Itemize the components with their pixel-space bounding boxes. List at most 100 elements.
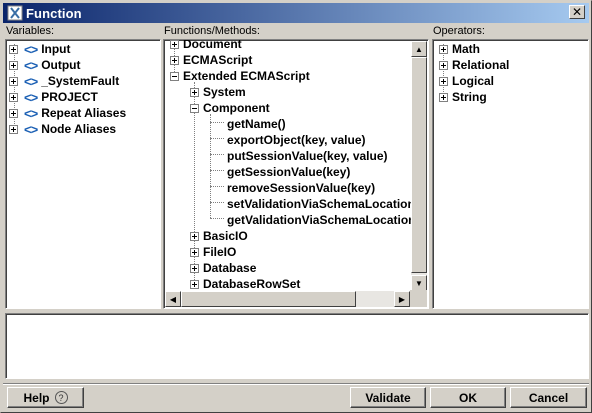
tree-guide	[210, 218, 224, 219]
expand-icon[interactable]	[9, 76, 18, 86]
validate-button[interactable]: Validate	[350, 387, 426, 408]
function-dialog: Function ✕ Variables: <> Input <> Output…	[0, 0, 592, 413]
vertical-scrollbar[interactable]: ▲ ▼	[411, 41, 427, 291]
tree-item-extended-ecmascript[interactable]: Extended ECMAScript	[170, 68, 310, 84]
scroll-down-button[interactable]: ▼	[411, 275, 427, 291]
tree-item-exportobject[interactable]: exportObject(key, value)	[227, 132, 366, 148]
tree-item-fileio[interactable]: FileIO	[190, 244, 236, 260]
horizontal-scrollbar[interactable]: ◀ ▶	[165, 291, 410, 307]
tree-item-component[interactable]: Component	[190, 100, 270, 116]
ok-button-label: OK	[459, 390, 477, 405]
collapse-icon[interactable]	[170, 71, 179, 81]
tree-guide	[210, 154, 224, 155]
scroll-left-button[interactable]: ◀	[165, 291, 181, 307]
help-icon: ?	[54, 391, 68, 404]
scroll-up-button[interactable]: ▲	[411, 41, 427, 57]
expand-icon[interactable]	[190, 247, 199, 257]
tree-guide	[210, 122, 224, 123]
expand-icon[interactable]	[170, 40, 179, 49]
title-bar[interactable]: Function ✕	[3, 3, 589, 23]
tree-item-label: System	[203, 85, 246, 99]
expand-icon[interactable]	[190, 279, 199, 289]
expression-editor[interactable]	[5, 313, 589, 379]
tree-item-label: Relational	[452, 58, 510, 72]
tree-item-document[interactable]: Document	[170, 40, 242, 52]
expand-icon[interactable]	[170, 55, 179, 65]
operators-label: Operators:	[433, 25, 485, 37]
tree-item-math[interactable]: Math	[439, 41, 480, 57]
tree-item-getsessionvalue[interactable]: getSessionValue(key)	[227, 164, 350, 180]
vertical-scroll-thumb[interactable]	[411, 57, 427, 273]
expand-icon[interactable]	[439, 60, 448, 70]
tree-item-project[interactable]: <> PROJECT	[9, 89, 98, 105]
scroll-right-button[interactable]: ▶	[394, 291, 410, 307]
expand-icon[interactable]	[190, 263, 199, 273]
close-button[interactable]: ✕	[569, 5, 585, 19]
expand-icon[interactable]	[190, 231, 199, 241]
tree-item-database[interactable]: Database	[190, 260, 256, 276]
cancel-button-label: Cancel	[528, 390, 569, 405]
tree-item-setvalidationviaschemalocation[interactable]: setValidationViaSchemaLocation	[227, 196, 415, 212]
expand-icon[interactable]	[439, 44, 448, 54]
tree-item-label: setValidationViaSchemaLocation	[227, 197, 415, 211]
tree-item-relational[interactable]: Relational	[439, 57, 509, 73]
tree-item-label: DatabaseRowSet	[203, 277, 301, 291]
tree-guide	[210, 186, 224, 187]
operators-tree[interactable]: Math Relational Logical String	[432, 39, 589, 309]
tree-item-label: getSessionValue(key)	[227, 165, 351, 179]
tree-item-databaserowset[interactable]: DatabaseRowSet	[190, 276, 300, 292]
arrow-left-icon: ◀	[169, 294, 177, 304]
tree-item-repeat-aliases[interactable]: <> Repeat Aliases	[9, 105, 126, 121]
tree-item-system[interactable]: System	[190, 84, 246, 100]
expand-icon[interactable]	[190, 87, 199, 97]
tree-item-label: exportObject(key, value)	[227, 133, 366, 147]
close-icon: ✕	[571, 5, 583, 19]
tree-item-ecmascript[interactable]: ECMAScript	[170, 52, 252, 68]
tree-item-putsessionvalue[interactable]: putSessionValue(key, value)	[227, 148, 388, 164]
arrow-up-icon: ▲	[415, 44, 423, 54]
tree-item-label: PROJECT	[41, 90, 98, 104]
diamond-brackets-icon: <>	[24, 57, 38, 73]
diamond-brackets-icon: <>	[24, 121, 38, 137]
functions-tree[interactable]: Document ECMAScript Extended ECMAScript …	[163, 39, 429, 309]
tree-guide	[210, 138, 224, 139]
arrow-right-icon: ▶	[398, 294, 406, 304]
ok-button[interactable]: OK	[430, 387, 506, 408]
variables-tree[interactable]: <> Input <> Output <> _SystemFault <> PR…	[5, 39, 161, 309]
tree-item-label: Input	[41, 42, 71, 56]
diamond-brackets-icon: <>	[24, 73, 38, 89]
cancel-button[interactable]: Cancel	[510, 387, 587, 408]
collapse-icon[interactable]	[190, 103, 199, 113]
expand-icon[interactable]	[439, 92, 448, 102]
help-button[interactable]: Help ?	[7, 387, 84, 408]
expand-icon[interactable]	[9, 92, 18, 102]
tree-item-getname[interactable]: getName()	[227, 116, 286, 132]
function-app-icon	[7, 5, 23, 21]
tree-item-input[interactable]: <> Input	[9, 41, 71, 57]
tree-guide	[210, 202, 224, 203]
expand-icon[interactable]	[9, 60, 18, 70]
functions-label: Functions/Methods:	[164, 25, 260, 37]
tree-item-label: _SystemFault	[41, 74, 120, 88]
diamond-brackets-icon: <>	[24, 89, 38, 105]
tree-item-removesessionvalue[interactable]: removeSessionValue(key)	[227, 180, 375, 196]
tree-item-string[interactable]: String	[439, 89, 487, 105]
tree-item-basicio[interactable]: BasicIO	[190, 228, 248, 244]
tree-item-getvalidationviaschemalocation[interactable]: getValidationViaSchemaLocation	[227, 212, 416, 228]
expand-icon[interactable]	[9, 44, 18, 54]
tree-item-output[interactable]: <> Output	[9, 57, 81, 73]
help-button-label: Help	[23, 390, 50, 405]
tree-item-node-aliases[interactable]: <> Node Aliases	[9, 121, 116, 137]
tree-item-systemfault[interactable]: <> _SystemFault	[9, 73, 119, 89]
tree-item-label: Component	[203, 101, 270, 115]
validate-button-label: Validate	[365, 390, 411, 405]
tree-item-label: putSessionValue(key, value)	[227, 149, 388, 163]
tree-item-label: removeSessionValue(key)	[227, 181, 376, 195]
diamond-brackets-icon: <>	[24, 41, 38, 57]
expand-icon[interactable]	[439, 76, 448, 86]
horizontal-scroll-thumb[interactable]	[181, 291, 356, 307]
tree-guide	[210, 170, 224, 171]
tree-item-logical[interactable]: Logical	[439, 73, 494, 89]
expand-icon[interactable]	[9, 124, 18, 134]
expand-icon[interactable]	[9, 108, 18, 118]
